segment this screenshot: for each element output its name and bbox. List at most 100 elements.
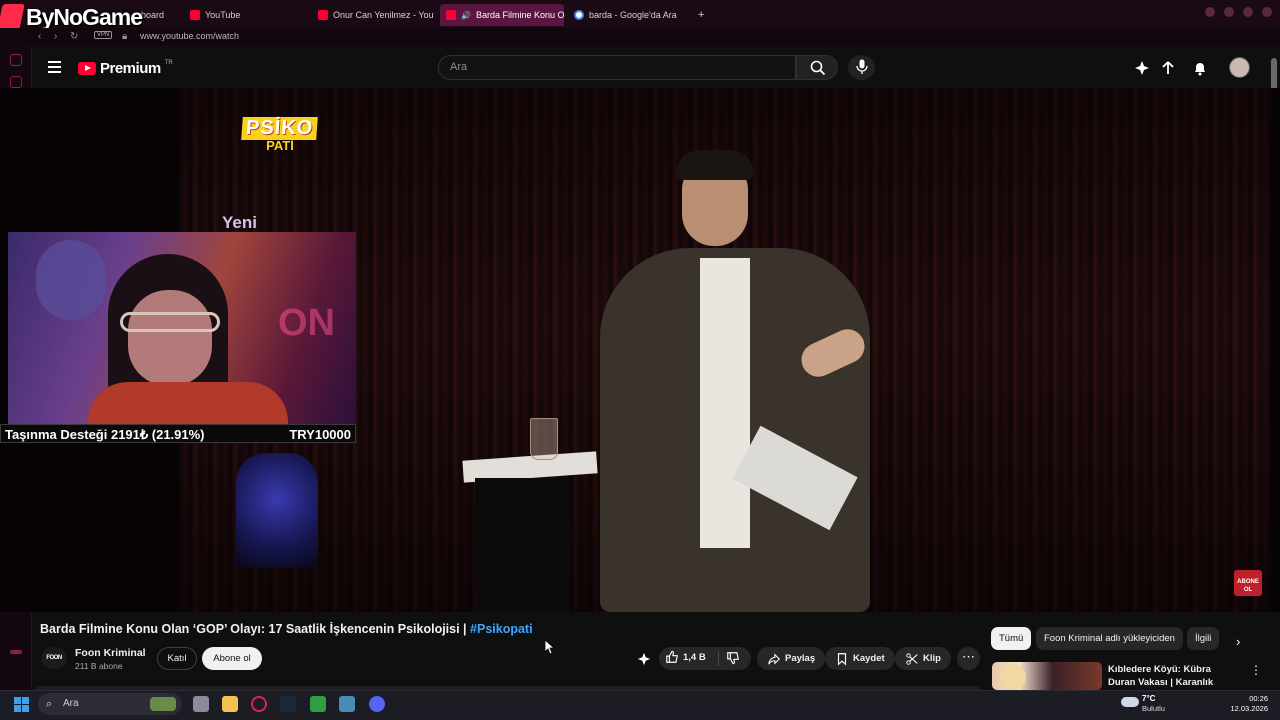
lock-icon: 🔒︎ [122, 31, 128, 42]
watermark-bottom: OL [1243, 587, 1253, 593]
youtube-play-icon [78, 62, 96, 75]
system-clock[interactable]: 00:26 12.03.2026 [1220, 694, 1268, 714]
donation-label: Taşınma Desteği 2191₺ (21.91%) [5, 427, 205, 442]
taskbar-search-input[interactable]: ⌕ Ara [38, 693, 182, 715]
brand-mark-icon [0, 4, 25, 30]
reload-icon[interactable]: ↻ [70, 31, 78, 42]
close-button[interactable] [1262, 7, 1272, 17]
statue-prop [236, 453, 318, 568]
ask-ai-icon[interactable] [637, 652, 651, 666]
chevron-right-icon[interactable]: › [1236, 634, 1240, 649]
sidebar-aria-icon[interactable] [10, 54, 22, 66]
title-text: Barda Filmine Konu Olan ‘GOP’ Olayı: 17 … [40, 622, 471, 636]
search-icon: ⌕ [46, 698, 53, 710]
glasses [120, 312, 220, 332]
speaker-icon: 🔊 [461, 10, 471, 20]
hamburger-menu-icon[interactable] [48, 61, 62, 73]
thumbs-up-icon [666, 650, 678, 663]
tab-onur-can[interactable]: Onur Can Yenilmez - YouT [312, 4, 434, 26]
chip-related[interactable]: İlgili [1187, 627, 1220, 650]
new-tab-button[interactable]: + [692, 4, 712, 26]
like-button[interactable]: 1,4 B [665, 650, 706, 664]
steam-icon[interactable] [280, 696, 296, 712]
temperature: 7°C [1142, 694, 1156, 703]
youtube-icon [190, 10, 200, 20]
video-player[interactable]: PSİKO PATİ Yeni ON Taşınma Desteği 2191₺… [0, 88, 1280, 612]
tab-barda-active[interactable]: 🔊 Barda Filmine Konu Ol [440, 4, 564, 26]
subscribe-button[interactable]: Abone ol [202, 647, 262, 670]
chip-all[interactable]: Tümü [991, 627, 1032, 650]
channel-avatar[interactable]: FOON [41, 647, 67, 669]
more-actions-button[interactable]: ⋯ [957, 647, 980, 670]
title-hashtag-link[interactable]: #Psikopati [470, 622, 533, 636]
subscribe-watermark[interactable]: ABONE OL [1234, 570, 1262, 596]
maximize-button[interactable] [1243, 7, 1253, 17]
tab-youtube[interactable]: YouTube [184, 4, 294, 26]
task-view-icon[interactable] [193, 696, 209, 712]
chip-from-uploader[interactable]: Foon Kriminal adlı yükleyiciden [1036, 627, 1183, 650]
microphone-icon [856, 59, 868, 74]
minimize-button[interactable] [1224, 7, 1234, 17]
like-count: 1,4 B [683, 651, 706, 663]
sidebar-more-icon[interactable] [10, 650, 22, 654]
recommendation-thumbnail[interactable] [992, 662, 1102, 690]
search-tabs-icon[interactable] [1205, 7, 1215, 17]
opera-gx-icon[interactable] [251, 696, 267, 712]
mouse-cursor-icon [545, 640, 555, 654]
join-button[interactable]: Katıl [157, 647, 197, 670]
url-field[interactable]: www.youtube.com/watch [140, 31, 239, 41]
upload-icon[interactable] [1160, 60, 1176, 76]
tab-label: YouTube [205, 10, 241, 20]
app-green-icon[interactable] [310, 696, 326, 712]
streamer-sweater [88, 382, 288, 424]
save-button[interactable]: Kaydet [825, 647, 895, 670]
browser-tab-bar: board YouTube Onur Can Yenilmez - YouT 🔊… [0, 0, 1280, 28]
search-button[interactable] [796, 55, 838, 80]
back-icon[interactable]: ‹ [38, 31, 41, 42]
youtube-premium-logo[interactable]: Premium TR [78, 60, 173, 77]
tab-label: Onur Can Yenilmez - YouT [333, 10, 434, 20]
google-icon [574, 10, 584, 20]
search-input[interactable]: Ara [438, 55, 796, 80]
forward-icon[interactable]: › [54, 31, 57, 42]
clock-date: 12.03.2026 [1230, 704, 1268, 713]
windows-start-icon[interactable] [14, 697, 29, 712]
streamer-webcam-overlay: ON [8, 232, 356, 424]
taskbar-search-placeholder: Ara [63, 698, 79, 709]
poster-figure [36, 240, 106, 320]
clip-label: Klip [923, 653, 941, 664]
address-bar: ‹ › ↻ 🔒︎ www.youtube.com/watch ⌖ ▢ ⊗ ▷ ♡… [0, 28, 1280, 71]
network-app-icon[interactable] [339, 696, 355, 712]
save-label: Kaydet [853, 653, 885, 664]
vpn-badge[interactable]: VPN [94, 31, 113, 39]
thumbs-down-icon[interactable] [726, 651, 740, 665]
plus-icon: + [698, 9, 705, 21]
file-explorer-icon[interactable] [222, 696, 238, 712]
voice-search-button[interactable] [848, 55, 875, 80]
donation-goal-bar: Taşınma Desteği 2191₺ (21.91%) TRY10000 [0, 424, 356, 443]
psikopati-logo: PSİKO PATİ [232, 117, 328, 157]
user-avatar[interactable] [1229, 57, 1250, 78]
vertical-more-icon[interactable]: ⋮ [1250, 663, 1262, 677]
overlay-new-label: Yeni [222, 213, 257, 232]
brand-text: ByNoGame [26, 3, 143, 30]
tab-google[interactable]: barda - Google'da Ara [568, 4, 693, 26]
youtube-icon [446, 10, 456, 20]
notifications-bell-icon[interactable] [1192, 60, 1208, 76]
sidebar-twitch-icon[interactable] [10, 76, 22, 88]
sparkle-create-icon[interactable] [1134, 60, 1150, 76]
logo-region: TR [164, 59, 173, 66]
tab-label: board [141, 10, 165, 20]
logo-top-text: PSİKO [241, 117, 319, 140]
clip-button[interactable]: Klip [895, 647, 951, 670]
logo-bottom-text: PATİ [266, 138, 294, 153]
bookmark-icon [837, 652, 847, 666]
share-button[interactable]: Paylaş [757, 647, 826, 670]
donation-goal-amount: TRY10000 [289, 427, 351, 442]
channel-name[interactable]: Foon Kriminal [75, 647, 146, 659]
weather-condition: Bulutlu [1142, 704, 1165, 713]
discord-icon[interactable] [369, 696, 385, 712]
watermark-top: ABONE [1237, 579, 1259, 585]
like-divider [718, 651, 719, 666]
table-base [475, 478, 570, 612]
